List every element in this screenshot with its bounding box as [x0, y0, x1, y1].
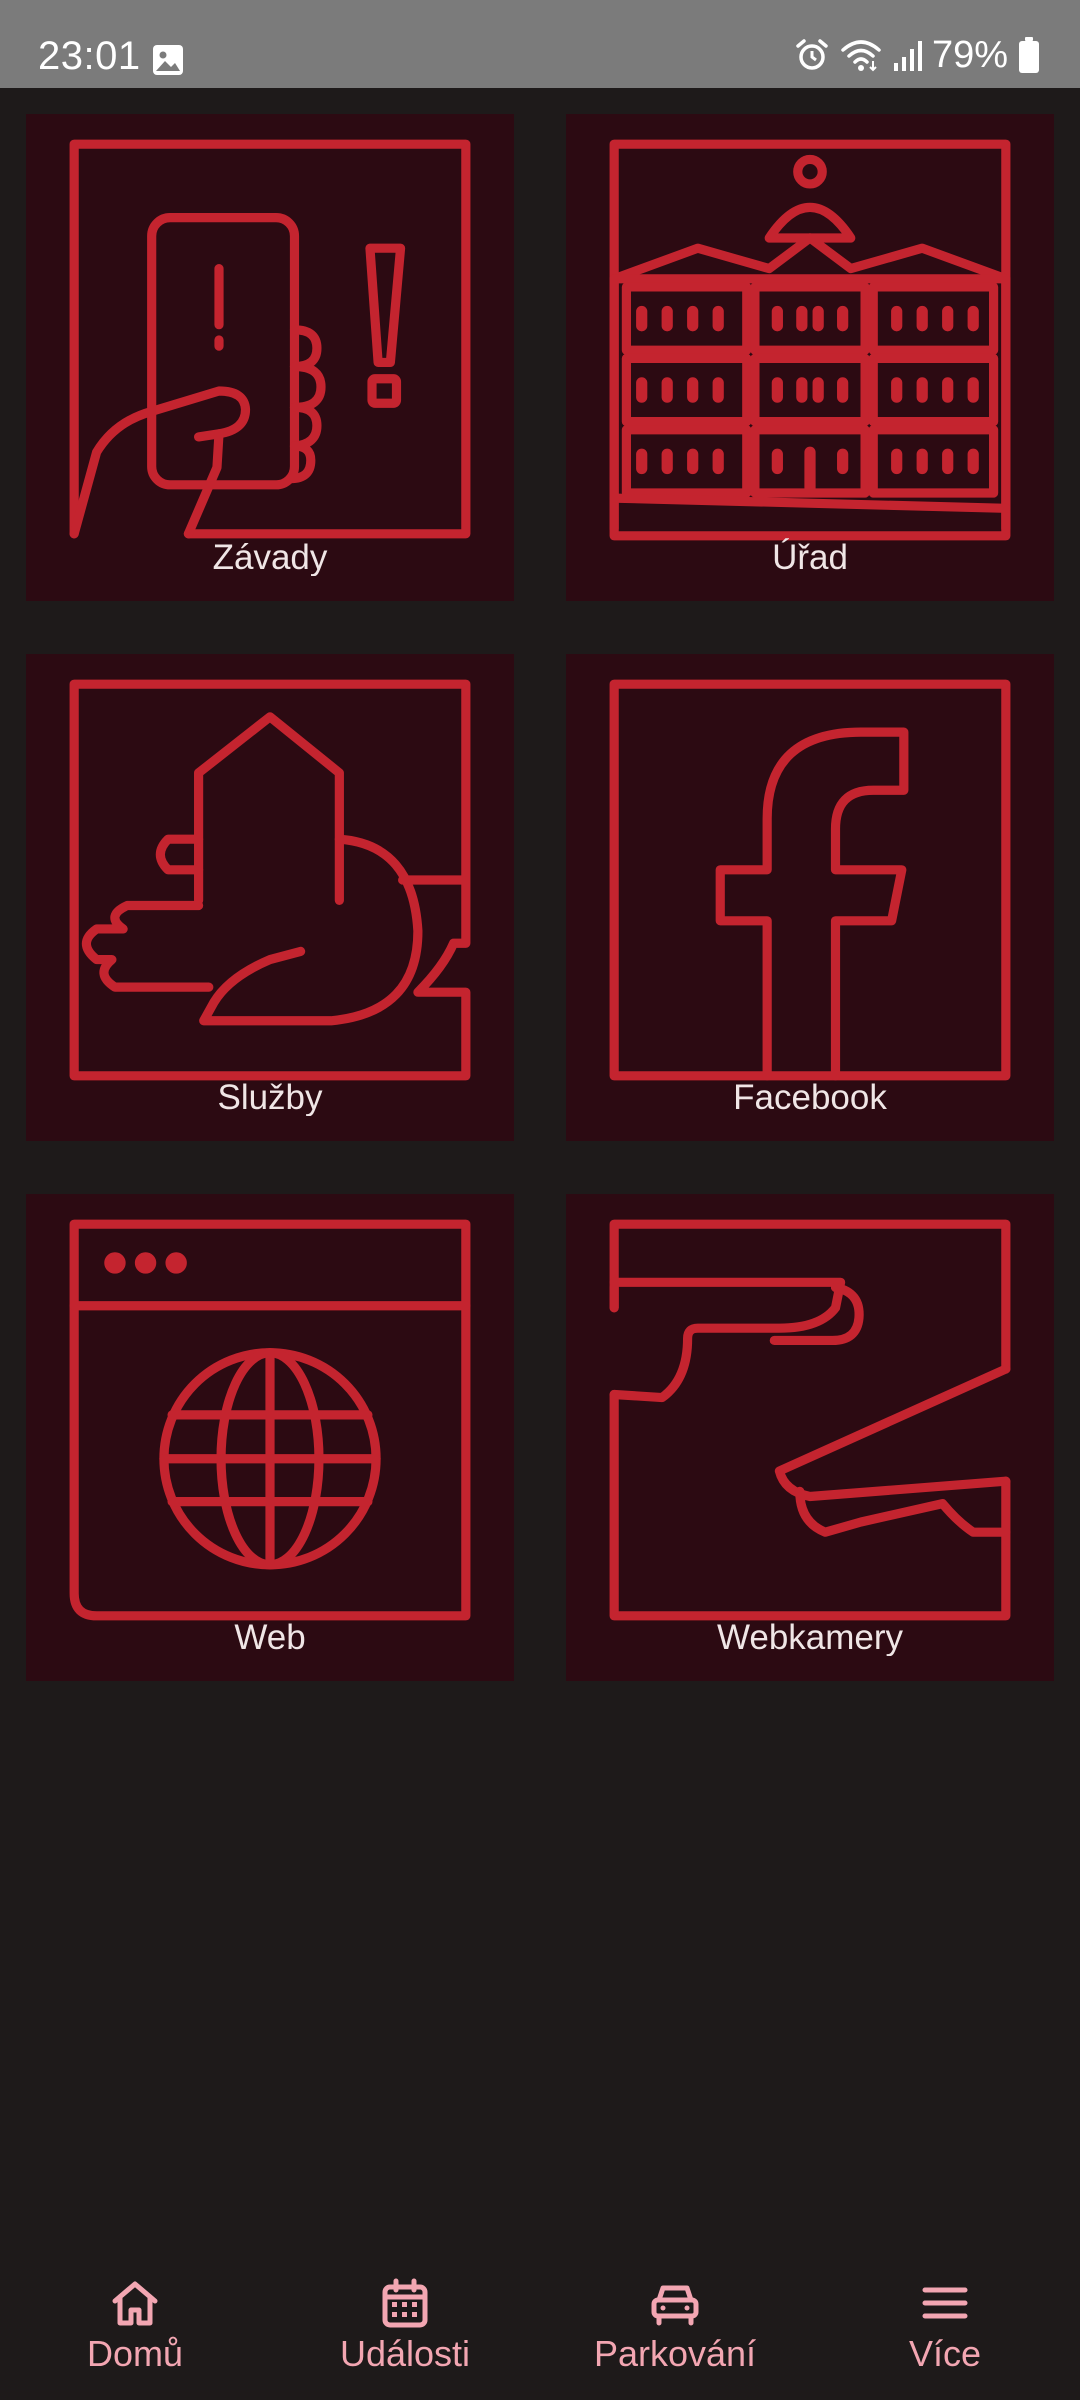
- browser-globe-icon: [69, 1219, 471, 1621]
- tile-facebook[interactable]: Facebook: [566, 654, 1054, 1141]
- status-time: 23:01: [38, 34, 141, 78]
- tile-label: Úřad: [772, 538, 848, 576]
- battery-percent: 79%: [931, 34, 1008, 76]
- security-camera-icon: [609, 1219, 1011, 1621]
- battery-icon: [1019, 37, 1039, 73]
- nav-label: Události: [339, 2333, 471, 2374]
- tile-label: Služby: [217, 1078, 323, 1116]
- nav-item-domu[interactable]: Domů: [0, 2250, 270, 2400]
- tile-webkamery[interactable]: Webkamery: [566, 1194, 1054, 1681]
- tile-sluzby[interactable]: Služby: [26, 654, 514, 1141]
- alarm-icon: [796, 39, 828, 70]
- nav-item-vice[interactable]: Více: [810, 2250, 1080, 2400]
- tile-label: Závady: [212, 538, 328, 576]
- hand-house-icon: [69, 679, 471, 1081]
- menu-icon: [922, 2287, 968, 2319]
- phone-alert-icon: [69, 139, 471, 539]
- tile-urad[interactable]: Úřad: [566, 114, 1054, 601]
- nav-item-udalosti[interactable]: Události: [270, 2250, 540, 2400]
- car-icon: [651, 2285, 699, 2326]
- tile-label: Web: [234, 1618, 306, 1656]
- home-icon: [112, 2281, 158, 2326]
- tile-label: Webkamery: [716, 1618, 904, 1656]
- image-icon: [153, 45, 183, 75]
- calendar-icon: [382, 2278, 428, 2328]
- tile-web[interactable]: Web: [26, 1194, 514, 1681]
- nav-label: Parkování: [593, 2333, 757, 2374]
- wifi-icon: [841, 40, 881, 72]
- tile-zavady[interactable]: Závady: [26, 114, 514, 601]
- town-hall-icon: [609, 139, 1011, 541]
- bottom-nav: Domů Události Parkování Více: [0, 2250, 1080, 2400]
- tile-label: Facebook: [733, 1078, 887, 1116]
- facebook-icon: [609, 679, 1011, 1081]
- nav-label: Domů: [86, 2333, 184, 2374]
- status-icons: 79%: [794, 30, 1040, 80]
- status-bar: 23:01 79%: [0, 0, 1080, 88]
- nav-item-parkovani[interactable]: Parkování: [540, 2250, 810, 2400]
- signal-icon: [893, 41, 922, 71]
- nav-label: Více: [908, 2333, 982, 2374]
